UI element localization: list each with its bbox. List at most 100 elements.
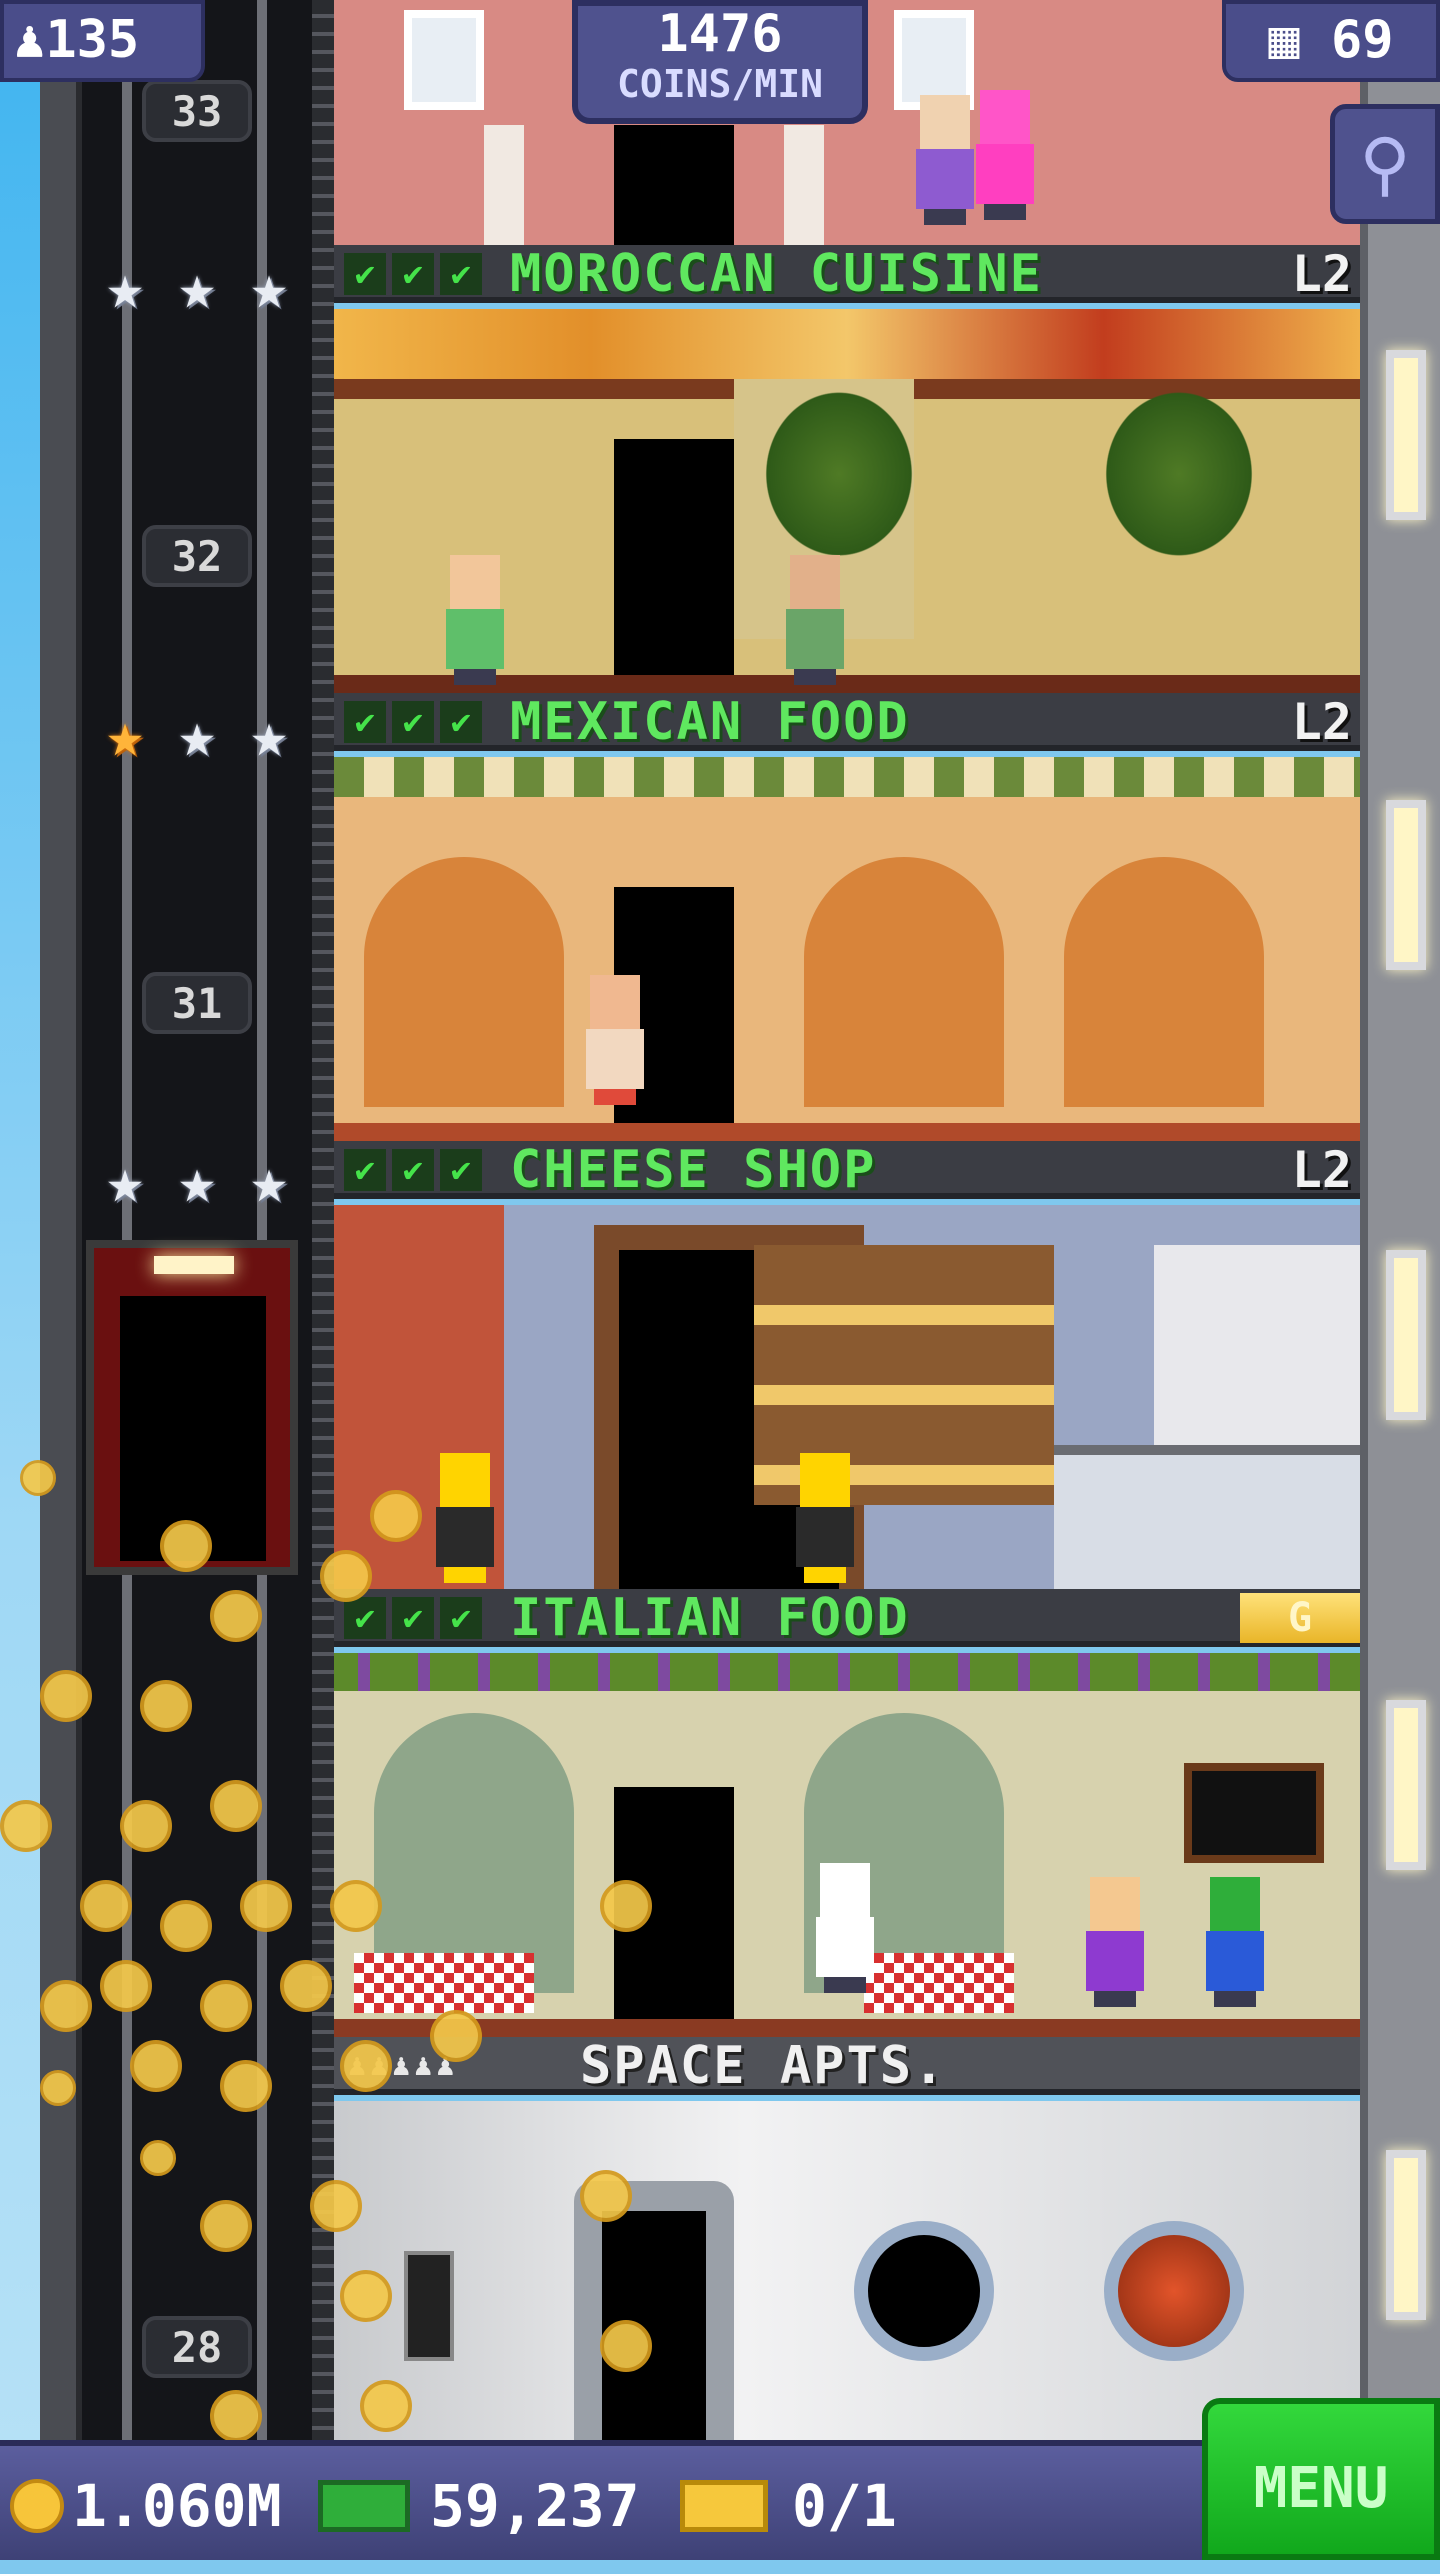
arch bbox=[364, 857, 564, 1107]
checkered-table bbox=[864, 1953, 1014, 2013]
column bbox=[484, 125, 524, 245]
cheese-counter bbox=[1054, 1445, 1360, 1589]
floor-door bbox=[614, 1787, 734, 2037]
floor-room bbox=[334, 757, 1360, 1141]
tower-bux-value: 59,237 bbox=[430, 2472, 640, 2540]
check-icon: ✔ bbox=[344, 1149, 386, 1191]
elevator-shaft[interactable] bbox=[82, 0, 312, 2440]
scenic-arch bbox=[374, 1713, 574, 1993]
tower-resident[interactable] bbox=[814, 1863, 876, 1993]
resident-slots-icon: ♟♟♟♟♟ bbox=[348, 2048, 459, 2083]
floor-level: L2 bbox=[1291, 245, 1352, 303]
potted-palm bbox=[754, 379, 924, 569]
stock-checks: ✔ ✔ ✔ bbox=[344, 253, 482, 295]
floor-star-rating: ★ ★ ★ bbox=[96, 698, 298, 771]
population-icon: ♟ bbox=[14, 10, 46, 70]
floor-door bbox=[614, 125, 734, 245]
tower-window bbox=[1386, 800, 1426, 970]
floor-level: L2 bbox=[1291, 693, 1352, 751]
floor-name: CHEESE SHOP bbox=[510, 1141, 877, 1200]
tower-resident[interactable] bbox=[974, 90, 1036, 220]
tower-resident[interactable] bbox=[1084, 1877, 1146, 2007]
tower-resident[interactable] bbox=[784, 555, 846, 685]
check-icon: ✔ bbox=[392, 1597, 434, 1639]
elevator-light bbox=[154, 1256, 234, 1274]
porthole-window bbox=[854, 2221, 994, 2361]
floor-star-rating: ★ ★ ★ bbox=[96, 1144, 298, 1217]
check-icon: ✔ bbox=[344, 253, 386, 295]
golden-ticket-icon bbox=[680, 2480, 768, 2532]
tower-resident[interactable] bbox=[794, 1453, 856, 1583]
arch bbox=[1064, 857, 1264, 1107]
floor-mexican-food[interactable]: ✔ ✔ ✔ MEXICAN FOOD L2 bbox=[334, 693, 1360, 1141]
gold-ticket-badge[interactable]: G bbox=[1240, 1593, 1360, 1643]
floor-star-rating: ★ ★ ★ bbox=[96, 250, 298, 323]
floor-moroccan-cuisine[interactable]: ✔ ✔ ✔ MOROCCAN CUISINE L2 bbox=[334, 245, 1360, 693]
star-icon: ★ bbox=[106, 250, 144, 323]
floor-name: ITALIAN FOOD bbox=[510, 1589, 910, 1648]
coins-per-minute-value: 1476 bbox=[657, 4, 783, 64]
floor-space-apts[interactable]: ♟♟♟♟♟ SPACE APTS. bbox=[334, 2037, 1360, 2440]
star-icon: ★ bbox=[178, 250, 216, 323]
tower-resident[interactable] bbox=[914, 95, 976, 225]
tower-resident[interactable] bbox=[444, 555, 506, 685]
check-icon: ✔ bbox=[440, 1149, 482, 1191]
elevator-floor-number: 28 bbox=[142, 2316, 252, 2378]
tower-resident[interactable] bbox=[1204, 1877, 1266, 2007]
elevator-shaft-wall bbox=[40, 0, 82, 2440]
floor-name: SPACE APTS. bbox=[580, 2037, 947, 2096]
check-icon: ✔ bbox=[440, 253, 482, 295]
porthole-window bbox=[1104, 2221, 1244, 2361]
floor-room bbox=[334, 1205, 1360, 1589]
menu-button[interactable]: MENU bbox=[1202, 2398, 1440, 2560]
coins-value: 1.060M bbox=[72, 2472, 282, 2540]
floor-door bbox=[614, 439, 734, 689]
star-icon: ★ bbox=[106, 1144, 144, 1217]
floor-italian-food[interactable]: ✔ ✔ ✔ ITALIAN FOOD G bbox=[334, 1589, 1360, 2037]
floor-header: ✔ ✔ ✔ MEXICAN FOOD L2 bbox=[334, 693, 1360, 751]
star-icon: ★ bbox=[250, 1144, 288, 1217]
zoom-button[interactable]: ⚲ bbox=[1330, 104, 1440, 224]
check-icon: ✔ bbox=[392, 701, 434, 743]
coins-balance[interactable]: 1.060M bbox=[10, 2468, 282, 2544]
magnifier-icon: ⚲ bbox=[1359, 123, 1411, 205]
elevator-door bbox=[120, 1296, 266, 1561]
floor-counter[interactable]: ▦ 69 bbox=[1222, 0, 1440, 82]
tower-resident[interactable] bbox=[434, 1453, 496, 1583]
check-icon: ✔ bbox=[392, 1149, 434, 1191]
floor-boards bbox=[334, 2019, 1360, 2037]
golden-tickets-balance[interactable]: 0/1 bbox=[680, 2468, 897, 2544]
menu-chalkboard bbox=[1184, 1763, 1324, 1863]
coins-per-minute-panel[interactable]: 1476 COINS/MIN bbox=[572, 0, 868, 124]
floor-header: ✔ ✔ ✔ CHEESE SHOP L2 bbox=[334, 1141, 1360, 1199]
elevator-rail bbox=[312, 0, 334, 2440]
control-panel bbox=[404, 2251, 454, 2361]
star-icon: ★ bbox=[178, 1144, 216, 1217]
elevator-car[interactable] bbox=[86, 1240, 298, 1575]
tower-right-wall bbox=[1360, 0, 1440, 2440]
tower-window bbox=[1386, 1700, 1426, 1870]
gold-star-icon: ★ bbox=[106, 698, 144, 771]
check-icon: ✔ bbox=[392, 253, 434, 295]
elevator-floor-number: 31 bbox=[142, 972, 252, 1034]
floor-level: L2 bbox=[1291, 1141, 1352, 1199]
checkered-table bbox=[354, 1953, 534, 2013]
check-icon: ✔ bbox=[440, 1597, 482, 1639]
potted-palm bbox=[1094, 379, 1264, 569]
sky-strip bbox=[0, 0, 45, 2560]
column bbox=[784, 125, 824, 245]
tower-resident[interactable] bbox=[584, 975, 646, 1105]
stock-checks: ✔ ✔ ✔ bbox=[344, 1597, 482, 1639]
elevator-floor-number: 32 bbox=[142, 525, 252, 587]
floor-cheese-shop[interactable]: ✔ ✔ ✔ CHEESE SHOP L2 bbox=[334, 1141, 1360, 1589]
check-icon: ✔ bbox=[440, 701, 482, 743]
tower-window bbox=[1386, 350, 1426, 520]
population-counter[interactable]: ♟135 bbox=[0, 0, 205, 82]
floor-header: ✔ ✔ ✔ ITALIAN FOOD G bbox=[334, 1589, 1360, 1647]
floor-name: MEXICAN FOOD bbox=[510, 693, 910, 752]
population-value: 135 bbox=[45, 10, 140, 70]
grape-vines bbox=[334, 1653, 1360, 1691]
tower-bux-balance[interactable]: 59,237 bbox=[318, 2468, 640, 2544]
floor-name: MOROCCAN CUISINE bbox=[510, 245, 1043, 304]
building-icon: ▦ bbox=[1268, 10, 1300, 70]
